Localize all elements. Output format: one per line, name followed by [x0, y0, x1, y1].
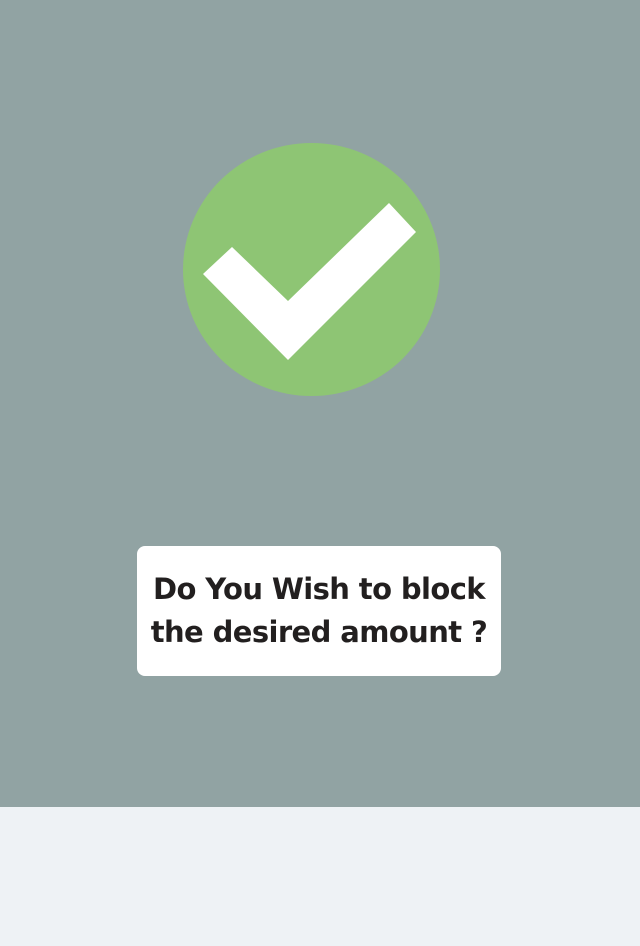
- prompt-message: Do You Wish to block the desired amount …: [151, 568, 488, 654]
- block-amount-prompt[interactable]: Do You Wish to block the desired amount …: [137, 546, 501, 676]
- confirmation-panel: Do You Wish to block the desired amount …: [0, 0, 640, 807]
- confirmation-screen: Do You Wish to block the desired amount …: [0, 0, 640, 946]
- prompt-line-1: Do You Wish to block: [152, 572, 486, 606]
- success-circle: [183, 143, 440, 396]
- bottom-area: [0, 807, 640, 946]
- prompt-line-2: the desired amount ?: [150, 615, 488, 649]
- checkmark-icon: [203, 203, 416, 360]
